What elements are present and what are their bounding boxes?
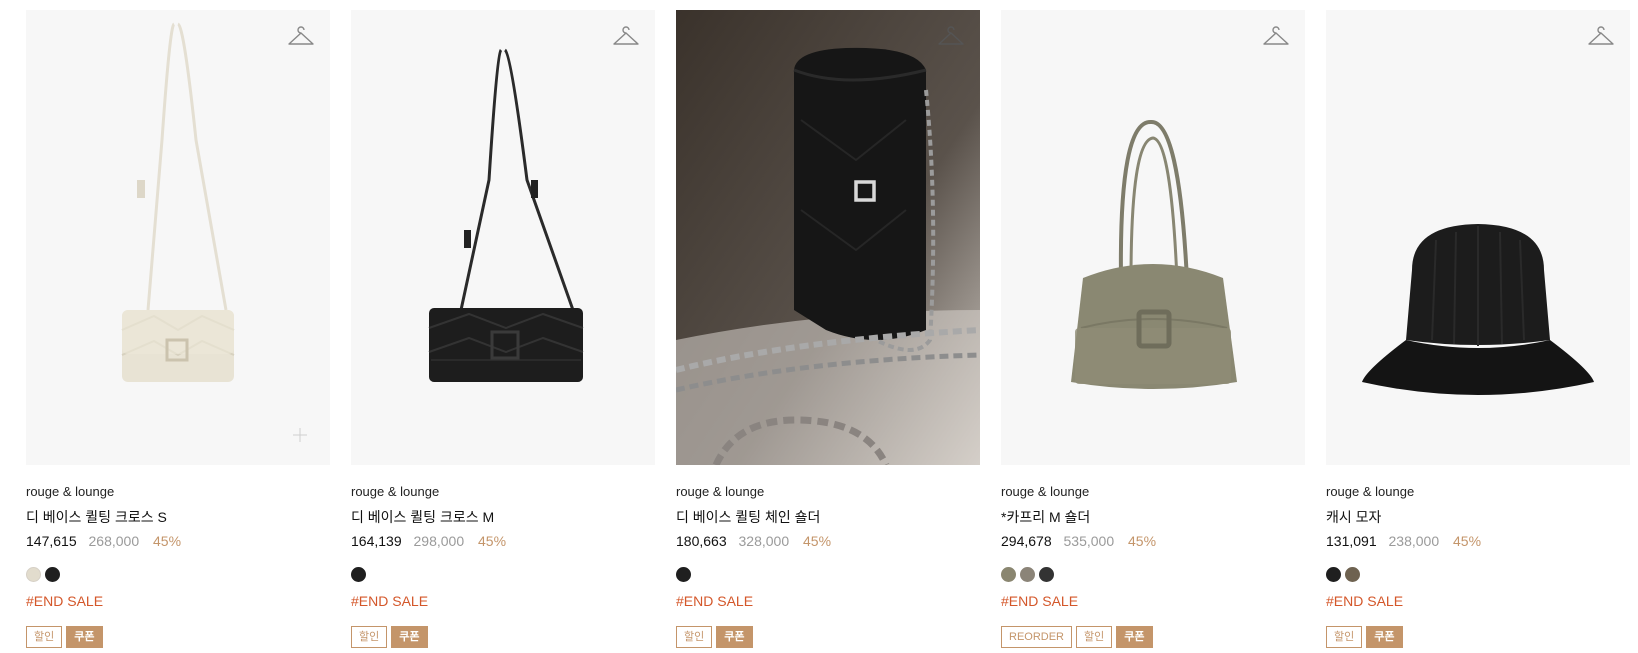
sale-price: 131,091 bbox=[1326, 533, 1377, 549]
discount-badge: 할인 bbox=[26, 626, 63, 648]
badge-row: 할인 쿠폰 bbox=[676, 626, 980, 648]
product-image[interactable] bbox=[676, 10, 980, 465]
product-name[interactable]: 디 베이스 퀼팅 체인 숄더 bbox=[676, 508, 980, 526]
product-card[interactable]: rouge & lounge 캐시 모자 131,091 238,000 45%… bbox=[1326, 10, 1630, 648]
discount-badge: 할인 bbox=[1326, 626, 1363, 648]
badge-row: REORDER 할인 쿠폰 bbox=[1001, 626, 1305, 648]
price-row: 180,663 328,000 45% bbox=[676, 532, 980, 550]
color-swatches bbox=[1326, 567, 1630, 583]
black-quilted-crossbag-image bbox=[428, 48, 584, 382]
coupon-badge: 쿠폰 bbox=[66, 626, 103, 648]
olive-shoulder-bag-image bbox=[1071, 119, 1237, 389]
coupon-badge: 쿠폰 bbox=[716, 626, 753, 648]
product-image[interactable] bbox=[26, 10, 330, 465]
product-name[interactable]: *카프리 M 숄더 bbox=[1001, 508, 1305, 526]
coupon-badge: 쿠폰 bbox=[391, 626, 428, 648]
brand-name: rouge & lounge bbox=[1326, 484, 1415, 499]
discount-rate: 45% bbox=[1453, 533, 1482, 549]
hanger-icon[interactable] bbox=[613, 26, 639, 50]
discount-badge: 할인 bbox=[676, 626, 713, 648]
sale-price: 147,615 bbox=[26, 533, 77, 549]
discount-badge: 할인 bbox=[1076, 626, 1113, 648]
color-swatch[interactable] bbox=[1001, 567, 1016, 582]
coupon-badge: 쿠폰 bbox=[1366, 626, 1403, 648]
original-price: 238,000 bbox=[1388, 533, 1440, 549]
discount-rate: 45% bbox=[803, 533, 832, 549]
sale-tag[interactable]: #END SALE bbox=[676, 592, 980, 610]
plus-icon[interactable] bbox=[292, 427, 308, 443]
sale-price: 164,139 bbox=[351, 533, 402, 549]
badge-row: 할인 쿠폰 bbox=[26, 626, 330, 648]
discount-rate: 45% bbox=[478, 533, 507, 549]
price-row: 131,091 238,000 45% bbox=[1326, 532, 1630, 550]
color-swatch[interactable] bbox=[45, 567, 60, 582]
product-image[interactable] bbox=[351, 10, 655, 465]
hanger-icon[interactable] bbox=[1588, 26, 1614, 50]
color-swatch[interactable] bbox=[351, 567, 366, 582]
coupon-badge: 쿠폰 bbox=[1116, 626, 1153, 648]
color-swatches bbox=[1001, 567, 1305, 583]
brand-name: rouge & lounge bbox=[351, 484, 440, 499]
hanger-icon[interactable] bbox=[938, 26, 964, 50]
sale-tag[interactable]: #END SALE bbox=[1001, 592, 1305, 610]
brand-name: rouge & lounge bbox=[1001, 484, 1090, 499]
product-name[interactable]: 디 베이스 퀼팅 크로스 S bbox=[26, 508, 330, 526]
original-price: 298,000 bbox=[413, 533, 465, 549]
reorder-badge: REORDER bbox=[1001, 626, 1073, 648]
brand-name: rouge & lounge bbox=[26, 484, 115, 499]
price-row: 294,678 535,000 45% bbox=[1001, 532, 1305, 550]
sale-price: 180,663 bbox=[676, 533, 727, 549]
hanger-icon[interactable] bbox=[1263, 26, 1289, 50]
hanger-icon[interactable] bbox=[288, 26, 314, 50]
original-price: 535,000 bbox=[1063, 533, 1115, 549]
product-name[interactable]: 캐시 모자 bbox=[1326, 508, 1630, 526]
product-image[interactable] bbox=[1326, 10, 1630, 465]
sale-tag[interactable]: #END SALE bbox=[1326, 592, 1630, 610]
black-chain-shoulder-bag-image bbox=[676, 10, 980, 465]
discount-badge: 할인 bbox=[351, 626, 388, 648]
color-swatch[interactable] bbox=[1345, 567, 1360, 582]
original-price: 268,000 bbox=[88, 533, 140, 549]
color-swatches bbox=[351, 567, 655, 583]
color-swatch[interactable] bbox=[676, 567, 691, 582]
discount-rate: 45% bbox=[1128, 533, 1157, 549]
color-swatches bbox=[26, 567, 330, 583]
cream-quilted-crossbag-image bbox=[121, 22, 235, 382]
sale-tag[interactable]: #END SALE bbox=[26, 592, 330, 610]
product-image[interactable] bbox=[1001, 10, 1305, 465]
original-price: 328,000 bbox=[738, 533, 790, 549]
product-card[interactable]: rouge & lounge 디 베이스 퀼팅 크로스 S 147,615 26… bbox=[26, 10, 330, 648]
color-swatch[interactable] bbox=[1326, 567, 1341, 582]
color-swatch[interactable] bbox=[1020, 567, 1035, 582]
color-swatch[interactable] bbox=[1039, 567, 1054, 582]
brand-name: rouge & lounge bbox=[676, 484, 765, 499]
sale-tag[interactable]: #END SALE bbox=[351, 592, 655, 610]
product-card[interactable]: rouge & lounge 디 베이스 퀼팅 크로스 M 164,139 29… bbox=[351, 10, 655, 648]
product-card[interactable]: rouge & lounge 디 베이스 퀼팅 체인 숄더 180,663 32… bbox=[676, 10, 980, 648]
sale-price: 294,678 bbox=[1001, 533, 1052, 549]
price-row: 164,139 298,000 45% bbox=[351, 532, 655, 550]
product-card[interactable]: rouge & lounge *카프리 M 숄더 294,678 535,000… bbox=[1001, 10, 1305, 648]
product-name[interactable]: 디 베이스 퀼팅 크로스 M bbox=[351, 508, 655, 526]
color-swatches bbox=[676, 567, 980, 583]
discount-rate: 45% bbox=[153, 533, 182, 549]
color-swatch[interactable] bbox=[26, 567, 41, 582]
badge-row: 할인 쿠폰 bbox=[1326, 626, 1630, 648]
price-row: 147,615 268,000 45% bbox=[26, 532, 330, 550]
badge-row: 할인 쿠폰 bbox=[351, 626, 655, 648]
black-bucket-hat-image bbox=[1362, 224, 1594, 395]
